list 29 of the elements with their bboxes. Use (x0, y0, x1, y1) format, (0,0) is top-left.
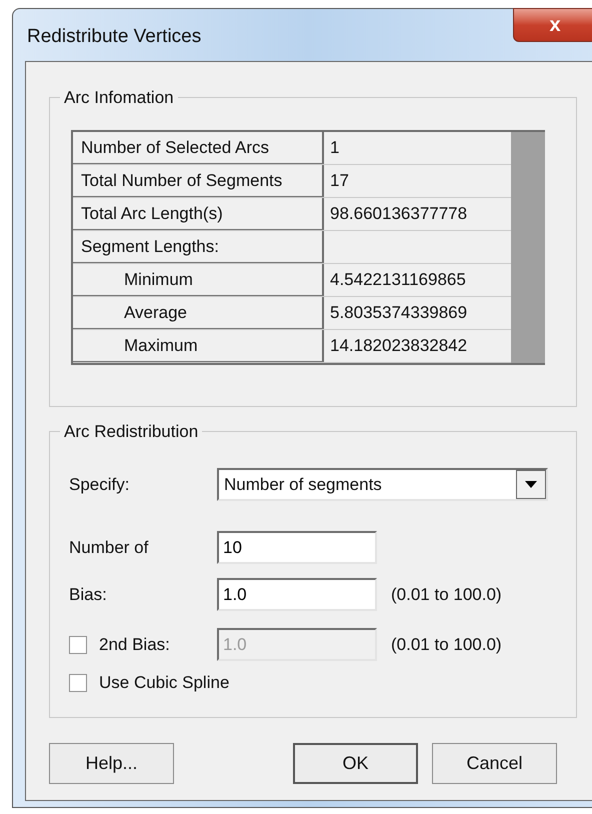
dialog-button[interactable]: Cancel (432, 743, 557, 784)
table-cell-text: 1 (329, 137, 340, 160)
window-title: Redistribute Vertices (27, 25, 202, 49)
table-cell: Minimum (73, 264, 324, 296)
field-label: Bias: (69, 584, 108, 606)
table-cell: Segment Lengths: (73, 231, 324, 263)
text-field[interactable]: 10 (217, 531, 377, 564)
table-cell-text: 14.182023832842 (329, 335, 468, 358)
close-button[interactable]: x (513, 8, 592, 42)
dropdown[interactable]: Number of segments (217, 468, 548, 501)
range-hint: (0.01 to 100.0) (391, 634, 502, 656)
field-label: Specify: (69, 474, 130, 496)
table-cell: Average (73, 297, 324, 329)
table-cell: Total Number of Segments (73, 165, 324, 197)
table-cell-text: 4.5422131169865 (329, 269, 467, 292)
range-hint: (0.01 to 100.0) (391, 584, 502, 606)
table-cell: Number of Selected Arcs (73, 132, 324, 164)
table-cell-text: 98.660136377778 (329, 203, 468, 226)
checkbox[interactable] (69, 674, 87, 692)
dialog-button[interactable]: Help... (49, 743, 174, 784)
table-cell: Total Arc Length(s) (73, 198, 324, 230)
table-cell-text: 5.8035374339869 (329, 302, 468, 324)
field-label: Number of (69, 536, 150, 559)
table-cell: Maximum (73, 330, 324, 362)
checkbox-label: 2nd Bias: (99, 634, 170, 656)
table-cell-text: 17 (329, 170, 350, 192)
checkbox-label: Use Cubic Spline (99, 672, 230, 694)
dialog-button[interactable]: OK (293, 743, 418, 784)
text-field[interactable]: 1.0 (217, 578, 377, 611)
